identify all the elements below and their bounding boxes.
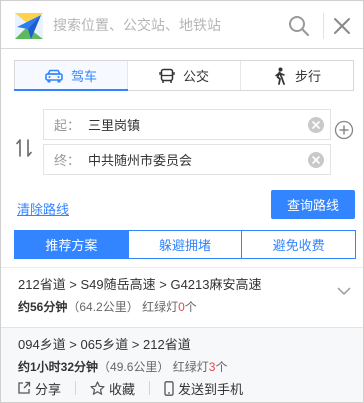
tab-walk-label: 步行 xyxy=(294,69,321,84)
route-lights-unit: 个 xyxy=(215,360,228,374)
tab-avoid-tolls[interactable]: 避免收费 xyxy=(242,231,355,258)
add-waypoint-icon[interactable] xyxy=(334,120,354,140)
tab-drive-label: 驾车 xyxy=(70,69,97,84)
end-field: 终： xyxy=(43,144,331,175)
route-duration: 约1小时32分钟 xyxy=(18,360,99,374)
route-lights-label: 红绿灯 xyxy=(142,300,179,314)
start-field: 起： xyxy=(43,109,331,140)
start-input[interactable] xyxy=(88,117,298,132)
search-input[interactable] xyxy=(53,14,283,36)
close-icon[interactable] xyxy=(331,15,353,37)
route-panel: 驾车 公交 步行 起： xyxy=(0,0,364,403)
map-logo-icon[interactable] xyxy=(13,11,45,41)
route-name: 094乡道 > 065乡道 > 212省道 xyxy=(18,337,191,352)
send-to-phone-label: 发送到手机 xyxy=(178,381,244,397)
query-route-button[interactable]: 查询路线 xyxy=(271,190,355,219)
search-icon[interactable] xyxy=(287,14,311,38)
end-label: 终： xyxy=(54,153,81,168)
route-action-bar: 分享 收藏 发送到手机 xyxy=(1,374,363,402)
favorite-button[interactable]: 收藏 xyxy=(90,379,135,398)
bus-icon xyxy=(159,68,175,83)
chevron-down-icon[interactable] xyxy=(337,286,351,296)
tab-bus-label: 公交 xyxy=(182,69,209,84)
search-bar xyxy=(1,1,363,49)
plan-tabs: 推荐方案 躲避拥堵 避免收费 xyxy=(14,230,356,259)
end-input[interactable] xyxy=(88,152,298,167)
tab-avoid-congestion[interactable]: 躲避拥堵 xyxy=(129,231,243,258)
route-item[interactable]: 212省道 > S49随岳高速 > G4213麻安高速 约56分钟（64.2公里… xyxy=(1,267,363,327)
share-button[interactable]: 分享 xyxy=(17,379,61,398)
route-lights-count: 0 xyxy=(178,300,185,314)
car-icon xyxy=(45,69,63,82)
tab-recommended[interactable]: 推荐方案 xyxy=(15,231,129,258)
route-distance: （64.2公里） xyxy=(67,300,139,314)
favorite-label: 收藏 xyxy=(109,381,136,397)
route-name: 212省道 > S49随岳高速 > G4213麻安高速 xyxy=(18,277,262,292)
share-icon xyxy=(18,381,31,394)
route-lights-unit: 个 xyxy=(184,300,197,314)
tab-bus[interactable]: 公交 xyxy=(128,61,241,90)
travel-mode-tabs: 驾车 公交 步行 xyxy=(14,60,354,91)
route-lights-label: 红绿灯 xyxy=(172,360,209,374)
action-divider xyxy=(75,381,77,395)
clear-end-icon[interactable] xyxy=(308,152,324,168)
walk-icon xyxy=(275,67,285,85)
clear-route-link[interactable]: 清除路线 xyxy=(17,199,69,218)
tab-drive[interactable]: 驾车 xyxy=(14,61,128,91)
route-distance: （49.6公里） xyxy=(98,360,170,374)
share-label: 分享 xyxy=(35,381,62,397)
action-divider xyxy=(149,381,151,395)
clear-start-icon[interactable] xyxy=(308,117,324,133)
swap-icon[interactable] xyxy=(15,138,33,158)
phone-icon xyxy=(164,380,174,396)
route-duration: 约56分钟 xyxy=(18,300,68,314)
star-icon xyxy=(90,380,105,395)
route-meta: 约56分钟（64.2公里） 红绿灯0个 xyxy=(18,297,346,317)
header-divider xyxy=(323,13,324,39)
tab-walk[interactable]: 步行 xyxy=(241,61,353,90)
start-label: 起： xyxy=(54,118,81,133)
send-to-phone-button[interactable]: 发送到手机 xyxy=(164,379,243,398)
